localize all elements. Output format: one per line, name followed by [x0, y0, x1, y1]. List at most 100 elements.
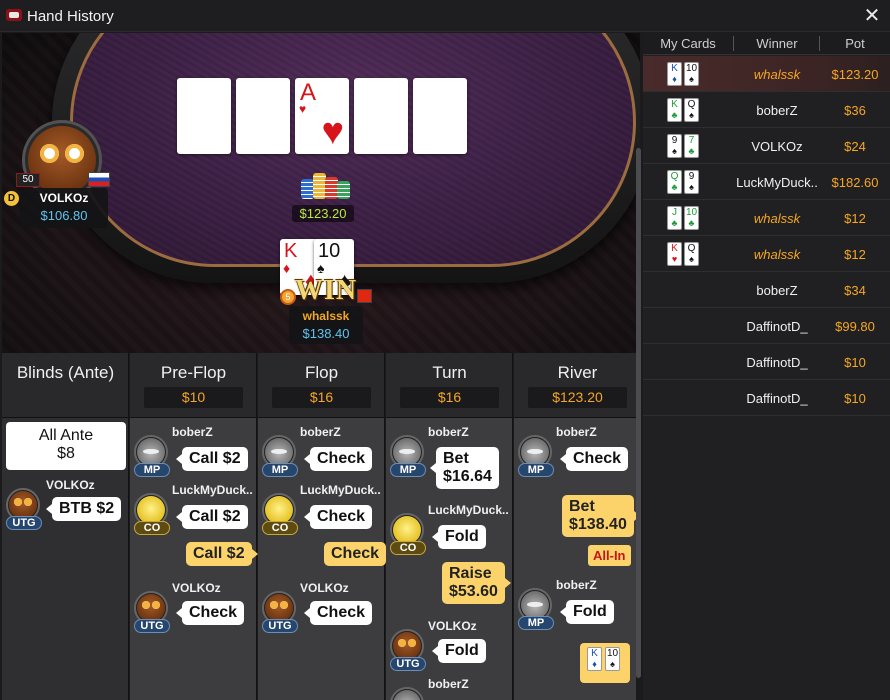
history-row[interactable]: DaffinotD_ $10	[643, 344, 890, 380]
history-pot: $36	[844, 103, 866, 118]
seat-nameplate: VOLKOz $106.80	[20, 188, 108, 228]
action-entry: CO LuckMyDuck.. Fold	[390, 503, 512, 555]
pot-chips-icon	[293, 173, 353, 203]
position-badge: CO	[390, 541, 426, 555]
title-bar: Hand History ✕	[0, 0, 890, 32]
action-bubble: Check	[303, 447, 373, 471]
street-title: Pre-Flop	[160, 363, 227, 382]
history-row[interactable]: K ♥ Q ♠ whalssk $12	[643, 236, 890, 272]
history-row[interactable]: 9 ♠ 7 ♣ VOLKOz $24	[643, 128, 890, 164]
action-player-name: boberZ	[428, 677, 469, 691]
mini-card: Q ♣	[667, 170, 682, 194]
mini-card: Q ♠	[684, 98, 699, 122]
action-entry: MP boberZ Fold	[518, 578, 636, 630]
action-player-name: VOLKOz	[46, 478, 95, 492]
action-bubble: Check	[559, 447, 629, 471]
action-entry: UTG VOLKOz BTB $2	[6, 478, 128, 530]
action-player-name: boberZ	[556, 425, 597, 439]
action-entry: UTG VOLKOz Check	[134, 581, 256, 633]
street-header: Pre-Flop $10	[130, 353, 257, 418]
action-player-name: VOLKOz	[300, 581, 349, 595]
history-winner: boberZ	[756, 283, 798, 298]
history-header: My Cards Winner Pot	[643, 33, 890, 55]
action-bubble: Check	[303, 601, 373, 625]
position-badge: CO	[134, 521, 170, 535]
position-badge: UTG	[6, 516, 42, 530]
street-title: River	[557, 363, 598, 382]
action-bubble: Fold	[560, 600, 614, 624]
level-badge: 50	[16, 173, 40, 187]
cat-avatar-icon	[137, 438, 165, 466]
column-pot[interactable]: Pot	[825, 36, 885, 51]
window-title: Hand History	[27, 8, 114, 25]
history-winner: whalssk	[753, 247, 801, 262]
duck-avatar-icon	[393, 516, 421, 544]
dealer-button-icon: D	[4, 191, 19, 206]
board-card-4: J ♠ ♠	[354, 78, 408, 154]
action-bubble: Check	[303, 505, 373, 529]
win-banner: WIN	[294, 275, 358, 306]
street-header: Turn $16	[386, 353, 513, 418]
history-row[interactable]: DaffinotD_ $10	[643, 380, 890, 416]
history-row[interactable]: K ♣ Q ♠ boberZ $36	[643, 92, 890, 128]
close-icon[interactable]: ✕	[862, 6, 882, 26]
table-replay: 7 ♠ ♠ 9 ♠ ♠ A ♥ ♥ J ♠ ♠ 9 ♣ ♣ $123.20 VOLKOz $106.…	[2, 33, 640, 353]
action-bubble: Fold	[432, 639, 486, 663]
pot-amount: $123.20	[292, 205, 354, 222]
street-header: Flop $16	[258, 353, 385, 418]
hero-action-bubble: Check	[324, 542, 393, 566]
street-title: Turn	[432, 363, 467, 382]
street-river: River $123.20 MP boberZ Check Bet $138.40…	[514, 353, 636, 700]
mini-card: 7 ♣	[684, 134, 699, 158]
cat-avatar-icon	[521, 591, 549, 619]
history-winner: DaffinotD_	[746, 355, 808, 370]
scrollbar[interactable]	[636, 148, 641, 678]
flag-china-icon	[357, 289, 372, 303]
street-title: Flop	[304, 363, 339, 382]
column-winner[interactable]: Winner	[738, 36, 816, 51]
mini-card: Q ♠	[684, 242, 699, 266]
history-row[interactable]: DaffinotD_ $99.80	[643, 308, 890, 344]
street-title: Blinds (Ante)	[16, 363, 115, 382]
history-winner: boberZ	[756, 103, 798, 118]
mini-card: J ♣	[667, 206, 682, 230]
mini-card: K ♣	[667, 98, 682, 122]
history-row[interactable]: K ♦ 10 ♠ whalssk $123.20	[643, 56, 890, 92]
owl-avatar-icon	[137, 594, 165, 622]
position-badge: UTG	[390, 657, 426, 671]
history-row[interactable]: Q ♣ 9 ♠ LuckMyDuck.. $182.60	[643, 164, 890, 200]
avatar	[390, 687, 424, 700]
cat-avatar-icon	[265, 438, 293, 466]
ante-label: All Ante	[38, 427, 94, 444]
hero-action-bubble: Bet $138.40	[562, 495, 636, 537]
cat-avatar-icon	[393, 690, 421, 700]
street-pot: $16	[272, 387, 371, 408]
history-pot: $123.20	[831, 67, 879, 82]
owl-avatar-icon	[393, 632, 421, 660]
history-pot: $24	[844, 139, 866, 154]
owl-avatar-icon	[9, 491, 37, 519]
history-row[interactable]: boberZ $34	[643, 272, 890, 308]
position-badge: MP	[390, 463, 426, 477]
mini-card: 9 ♠	[684, 170, 699, 194]
action-entry: UTG VOLKOz Check	[262, 581, 384, 633]
position-badge: CO	[262, 521, 298, 535]
action-entry: MP boberZ Check	[518, 425, 636, 477]
table-felt	[70, 33, 636, 267]
mini-card: 10 ♣	[684, 206, 699, 230]
shown-cards: K ♦ 10 ♠	[580, 643, 630, 683]
history-pot: $182.60	[831, 175, 879, 190]
street-pot: $16	[400, 387, 499, 408]
duck-avatar-icon	[137, 496, 165, 524]
history-pot: $12	[844, 247, 866, 262]
action-bubble: Fold	[432, 525, 486, 549]
app-logo-icon	[6, 9, 22, 21]
action-entry: MP boberZ Call $2	[134, 425, 256, 477]
mini-card: 9 ♠	[667, 134, 682, 158]
column-my-cards[interactable]: My Cards	[653, 36, 723, 51]
board-card-3: A ♥ ♥	[295, 78, 349, 154]
history-row[interactable]: J ♣ 10 ♣ whalssk $12	[643, 200, 890, 236]
board-card-1: 7 ♠ ♠	[177, 78, 231, 154]
action-entry: MP boberZ Bet $16.64	[390, 425, 512, 495]
street-preflop: Pre-Flop $10 MP boberZ Call $2 CO LuckMy…	[130, 353, 258, 700]
